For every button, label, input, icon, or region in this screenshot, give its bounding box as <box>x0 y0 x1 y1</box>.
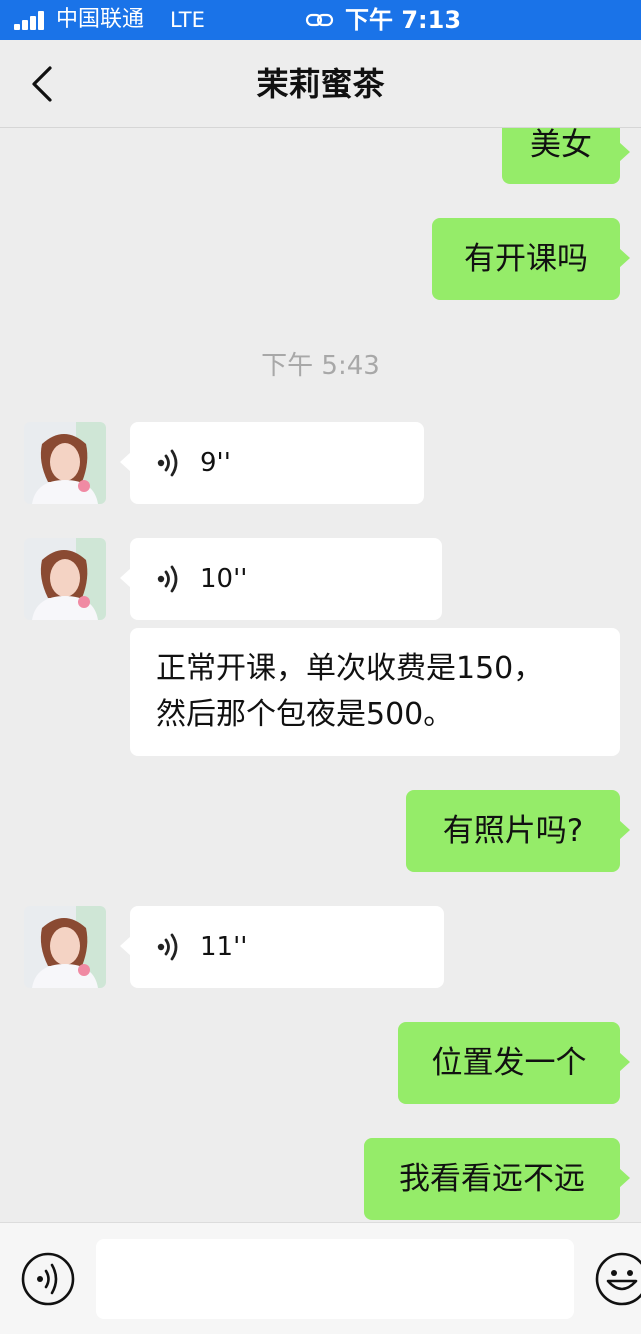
voice-duration: 9'' <box>200 448 231 478</box>
voice-message[interactable]: 11'' <box>120 906 444 988</box>
message-timestamp: 下午 5:43 <box>261 351 380 381</box>
nav-bar: 茉莉蜜茶 <box>0 40 641 128</box>
emoji-icon <box>595 1252 641 1306</box>
message-input[interactable] <box>96 1239 574 1319</box>
link-icon <box>305 10 335 30</box>
voice-mode-icon <box>21 1252 75 1306</box>
incoming-message[interactable]: 正常开课，单次收费是150， 然后那个包夜是500。 <box>130 628 620 756</box>
avatar[interactable] <box>24 906 106 988</box>
outgoing-message[interactable]: 位置发一个 <box>398 1022 630 1104</box>
network-type: LTE <box>170 8 205 32</box>
avatar[interactable] <box>24 538 106 620</box>
voice-message[interactable]: 9'' <box>120 422 424 504</box>
carrier-name: 中国联通 <box>56 7 145 32</box>
outgoing-message[interactable]: 有开课吗 <box>432 218 630 300</box>
outgoing-message[interactable]: 美女 <box>502 128 630 184</box>
message-text: 美女 <box>530 128 592 163</box>
voice-message[interactable]: 10'' <box>120 538 442 620</box>
chat-screen: 中国联通 LTE 下午 7:13 茉莉蜜茶 美女 有开课吗 下午 5:43 9'… <box>0 0 641 1334</box>
voice-wave-icon <box>157 565 178 593</box>
voice-wave-icon <box>157 449 178 477</box>
message-list[interactable]: 美女 有开课吗 下午 5:43 9'' 10'' 正常开课，单次收费是150， … <box>0 128 641 1222</box>
status-bar: 中国联通 LTE 下午 7:13 <box>0 0 641 40</box>
voice-duration: 10'' <box>200 564 248 594</box>
chat-title: 茉莉蜜茶 <box>256 65 385 103</box>
signal-icon <box>14 10 48 30</box>
message-text: 有开课吗 <box>464 241 588 277</box>
voice-wave-icon <box>157 933 178 961</box>
emoji-button[interactable] <box>594 1251 641 1307</box>
voice-duration: 11'' <box>200 932 248 962</box>
status-time: 下午 7:13 <box>345 6 462 34</box>
avatar[interactable] <box>24 422 106 504</box>
message-text: 我看看远不远 <box>399 1161 585 1197</box>
voice-mode-button[interactable] <box>20 1251 76 1307</box>
outgoing-message[interactable]: 我看看远不远 <box>364 1138 630 1220</box>
message-text: 正常开课，单次收费是150， 然后那个包夜是500。 <box>156 651 544 732</box>
outgoing-message[interactable]: 有照片吗? <box>406 790 630 872</box>
message-text: 有照片吗? <box>442 813 584 849</box>
input-bar <box>0 1222 641 1334</box>
message-text: 位置发一个 <box>431 1045 587 1081</box>
